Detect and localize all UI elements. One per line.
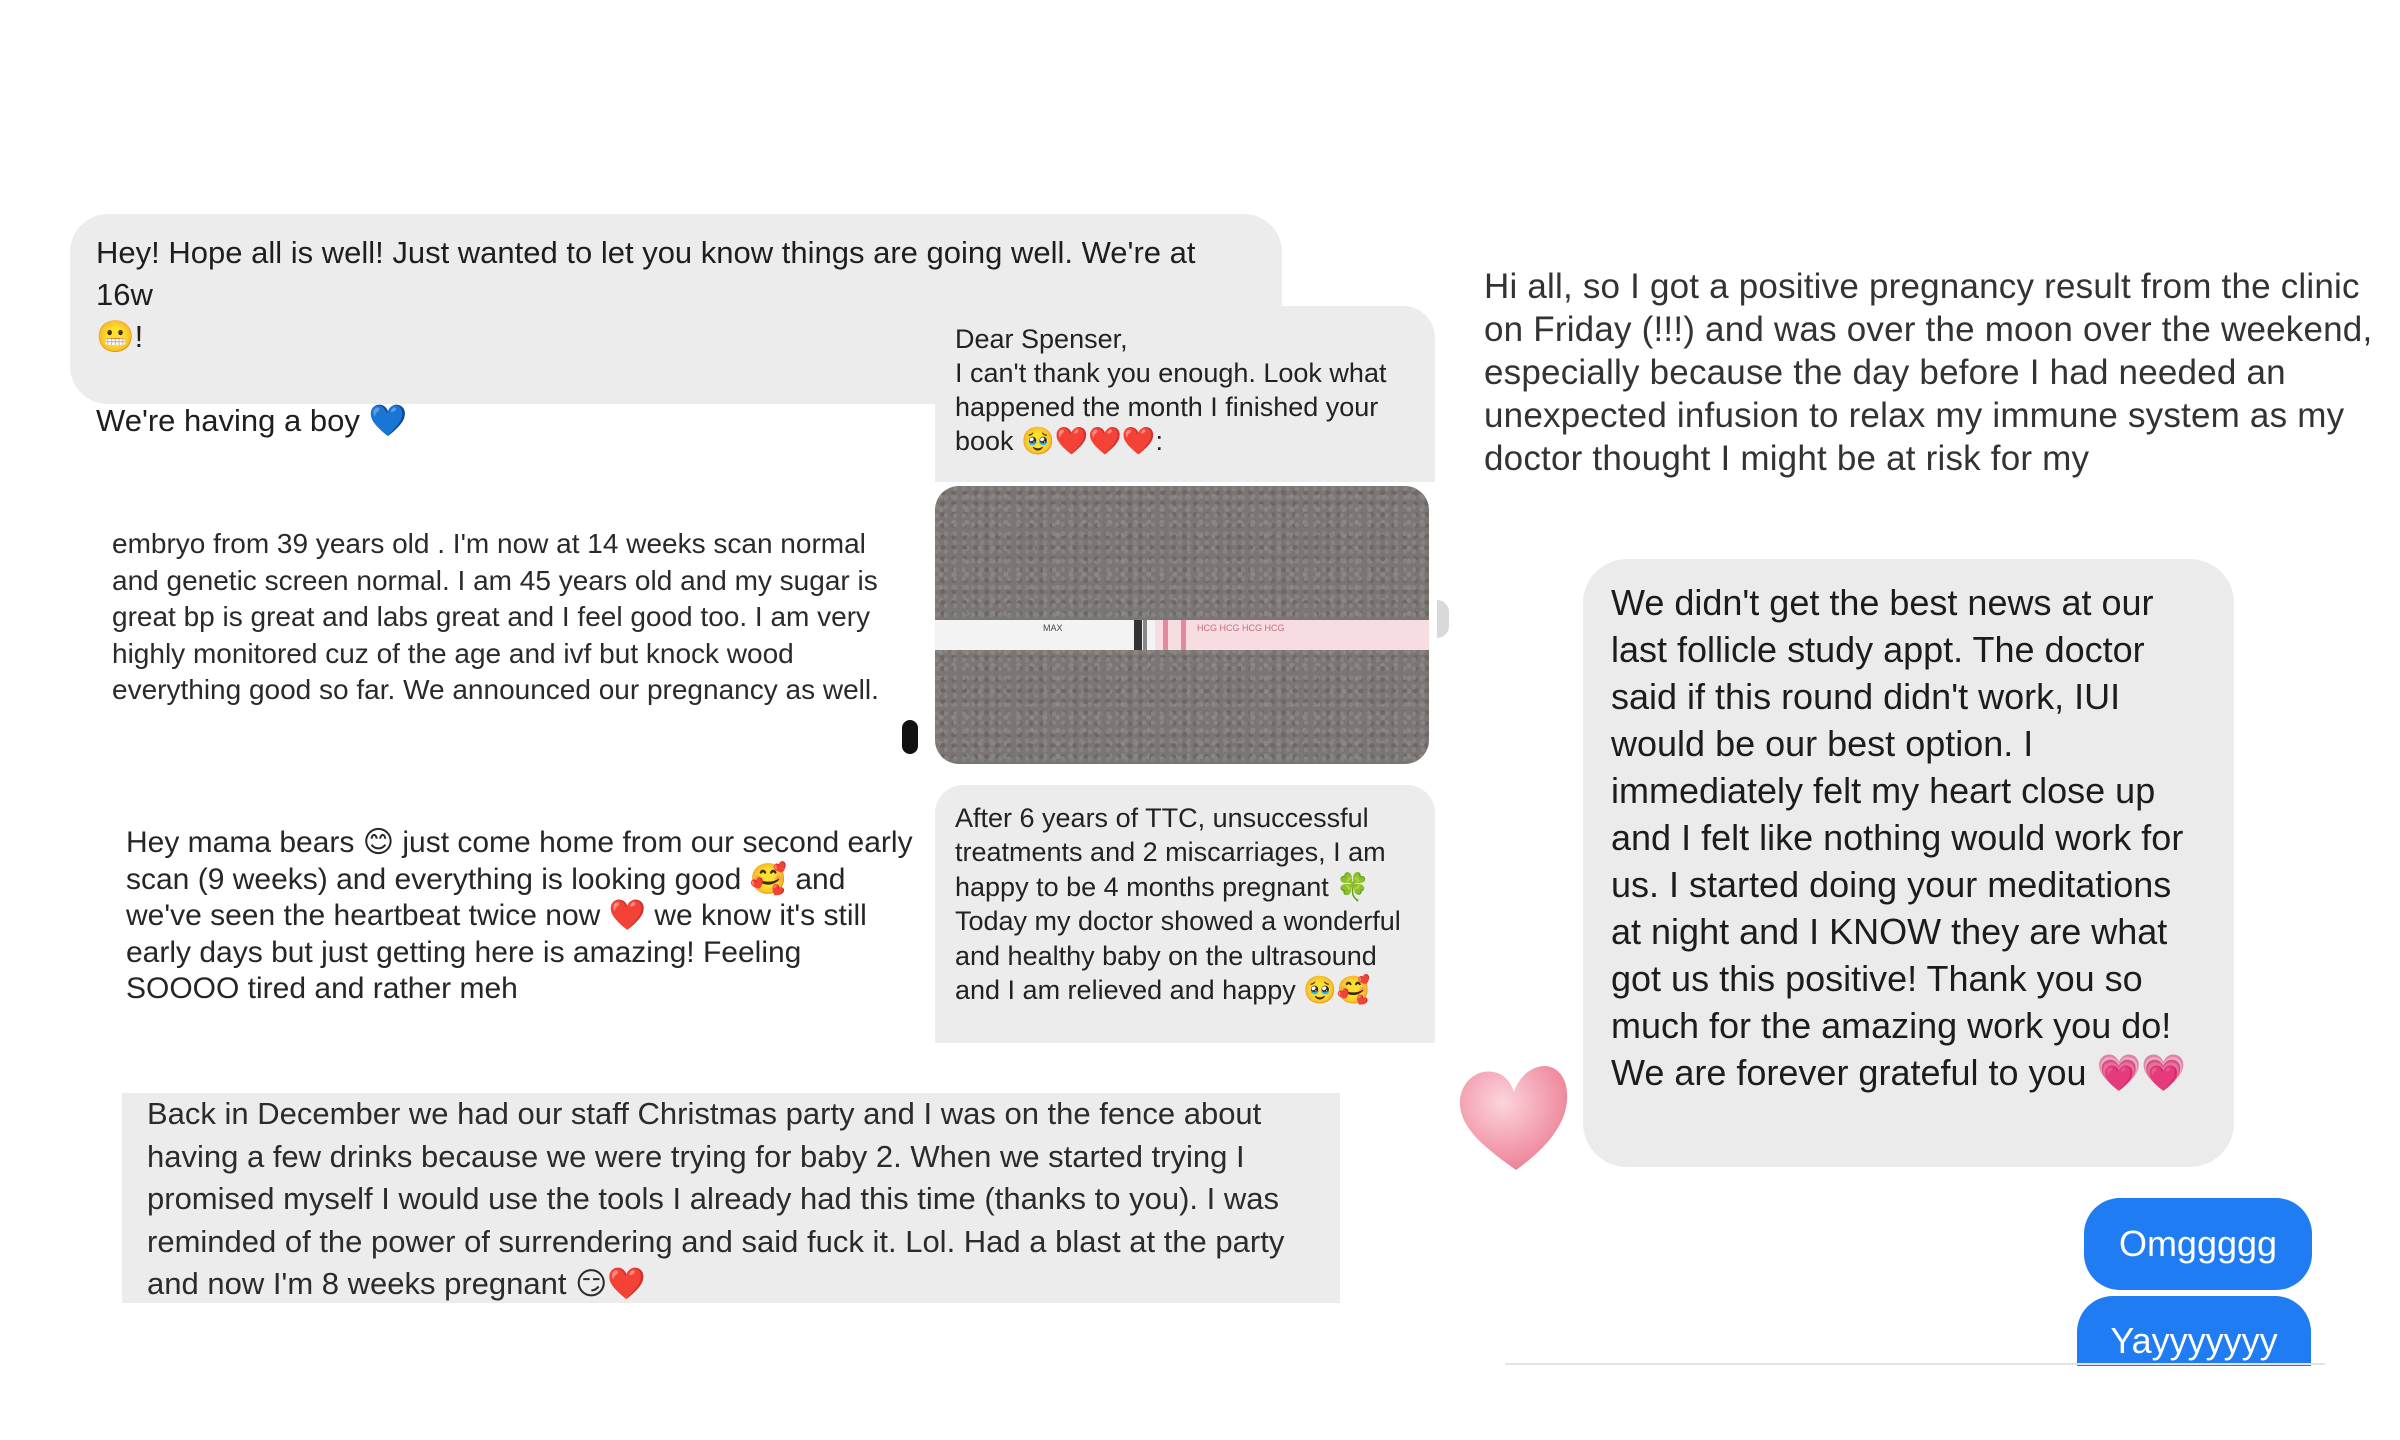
testimonial-hi-all: Hi all, so I got a positive pregnancy re… (1484, 267, 2373, 478)
message-greeting: Dear Spenser, (955, 324, 1128, 354)
decorative-blob (902, 720, 918, 754)
divider (1505, 1363, 2325, 1365)
testimonial-embryo: embryo from 39 years old . I'm now at 14… (112, 528, 879, 705)
testimonial-mama-bears: Hey mama bears 😊 just come home from our… (126, 826, 913, 1005)
decorative-edge (1437, 600, 1449, 638)
pregnancy-test-photo: MAX HCG HCG HCG HCG (935, 486, 1429, 764)
strip-max-mark: MAX (1043, 623, 1063, 633)
message-bubble-after-6-years: After 6 years of TTC, unsuccessful treat… (935, 785, 1435, 1043)
heart-icon (1452, 1058, 1572, 1174)
message-bubble-dear-spenser: Dear Spenser, I can't thank you enough. … (935, 306, 1435, 482)
message-line: Hey! Hope all is well! Just wanted to le… (96, 235, 1196, 312)
message-bubble-december: Back in December we had our staff Christ… (122, 1093, 1340, 1303)
test-strip-image: MAX HCG HCG HCG HCG (935, 620, 1429, 650)
imessage-sent-bubble: Omggggg (2084, 1198, 2312, 1290)
strip-hcg-print: HCG HCG HCG HCG (1197, 623, 1285, 633)
message-body: I can't thank you enough. Look what happ… (955, 358, 1387, 456)
imessage-sent-bubble: Yayyyyyyy (2077, 1296, 2311, 1366)
imessage-received-bubble: We didn't get the best news at our last … (1583, 559, 2234, 1167)
